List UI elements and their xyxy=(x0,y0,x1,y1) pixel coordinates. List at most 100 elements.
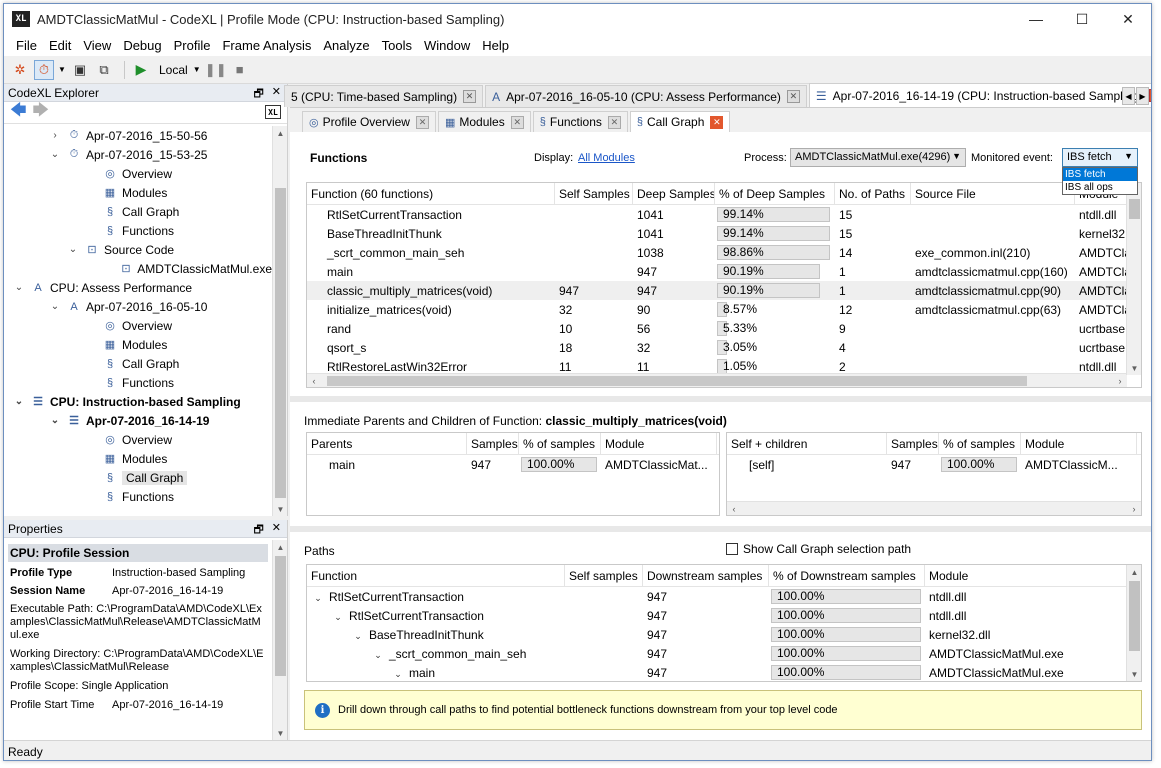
scroll-down-icon[interactable]: ▼ xyxy=(273,726,288,740)
back-arrow-icon[interactable]: 🡄 xyxy=(10,99,27,126)
menu-edit[interactable]: Edit xyxy=(43,38,77,53)
table-row[interactable]: classic_multiply_matrices(void) 947 947 90.… xyxy=(307,281,1141,300)
tree-item-modules[interactable]: ▦ Modules xyxy=(4,183,272,202)
menu-frame-analysis[interactable]: Frame Analysis xyxy=(216,38,317,53)
stop-icon[interactable]: ■ xyxy=(230,60,250,80)
column-header[interactable]: % of samples xyxy=(939,433,1021,454)
run-icon[interactable]: ▶ xyxy=(131,60,151,80)
tree-item-modules[interactable]: ▦ Modules xyxy=(4,335,272,354)
collapse-arrow-icon[interactable]: ⌄ xyxy=(371,650,385,661)
document-tab[interactable]: ☰ Apr-07-2016_16-14-19 (CPU: Instruction-… xyxy=(808,83,1151,107)
checkbox[interactable] xyxy=(726,543,738,555)
table-row[interactable]: [self] 947 100.00% AMDTClassicM... xyxy=(727,455,1141,474)
scroll-thumb[interactable] xyxy=(743,504,1073,514)
collapse-arrow-icon[interactable]: ⌄ xyxy=(331,612,345,623)
tab-profile-overview[interactable]: ◎ Profile Overview ✕ xyxy=(302,111,436,132)
codexl-small-icon[interactable]: XL xyxy=(265,105,281,119)
tree-item-overview[interactable]: ◎ Overview xyxy=(4,164,272,183)
document-tab[interactable]: A Apr-07-2016_16-05-10 (CPU: Assess Perfo… xyxy=(485,85,807,107)
column-header[interactable]: Deep Samples xyxy=(633,183,715,204)
column-header[interactable]: Module xyxy=(601,433,717,454)
process-select[interactable]: AMDTClassicMatMul.exe(4296) ▼ xyxy=(790,148,966,167)
horizontal-scrollbar[interactable]: ‹ › xyxy=(307,373,1127,387)
properties-scrollbar[interactable]: ▲ ▼ xyxy=(272,540,287,740)
table-row[interactable]: initialize_matrices(void) 32 90 8.57% 12 amdt… xyxy=(307,300,1141,319)
menu-profile[interactable]: Profile xyxy=(168,38,217,53)
column-header[interactable]: Samples xyxy=(887,433,939,454)
collapse-arrow-icon[interactable]: ⌄ xyxy=(351,631,365,642)
horizontal-scrollbar[interactable]: ‹ › xyxy=(727,501,1141,515)
explorer-scrollbar[interactable]: ▲ ▼ xyxy=(272,126,287,516)
collapse-arrow-icon[interactable]: ⌄ xyxy=(12,282,26,293)
float-icon[interactable]: 🗗 xyxy=(253,521,263,540)
scroll-thumb[interactable] xyxy=(1129,199,1140,219)
timer-mode-icon[interactable]: ⏱ xyxy=(34,59,54,80)
column-header[interactable]: Function xyxy=(307,565,565,586)
local-target-select[interactable]: Local xyxy=(159,63,188,77)
menu-file[interactable]: File xyxy=(10,38,43,53)
collapse-arrow-icon[interactable]: ⌄ xyxy=(66,244,80,255)
monitored-event-select[interactable]: IBS fetch ▼ xyxy=(1062,148,1138,167)
scroll-thumb[interactable] xyxy=(275,188,286,498)
chevron-left-icon[interactable]: ‹ xyxy=(307,374,321,387)
close-tab-icon[interactable]: ✕ xyxy=(607,115,621,129)
close-tab-icon[interactable]: ✕ xyxy=(415,115,429,129)
tree-table-row[interactable]: ⌄ _scrt_common_main_seh 947 100.00% AMDTClas… xyxy=(307,644,1141,663)
menu-debug[interactable]: Debug xyxy=(117,38,167,53)
vertical-scrollbar[interactable]: ▲▼ xyxy=(1126,183,1141,375)
menu-tools[interactable]: Tools xyxy=(376,38,418,53)
tree-item-cpu-instruction-based-sampling[interactable]: ⌄ ☰ CPU: Instruction-based Sampling xyxy=(4,392,272,411)
option-ibs-all-ops[interactable]: IBS all ops xyxy=(1063,181,1137,194)
scroll-thumb[interactable] xyxy=(1129,581,1140,651)
splitter[interactable] xyxy=(290,396,1151,402)
tree-item-functions[interactable]: § Functions xyxy=(4,487,272,506)
collapse-arrow-icon[interactable]: ⌄ xyxy=(48,415,62,426)
chevron-right-icon[interactable]: ▶ xyxy=(1136,87,1149,105)
scroll-down-icon[interactable]: ▼ xyxy=(1127,361,1141,375)
tree-table-row[interactable]: ⌄ BaseThreadInitThunk 947 100.00% kernel32.d… xyxy=(307,625,1141,644)
menu-help[interactable]: Help xyxy=(476,38,515,53)
table-row[interactable]: BaseThreadInitThunk 1041 99.14% 15 kernel32.… xyxy=(307,224,1141,243)
column-header[interactable]: Parents xyxy=(307,433,467,454)
column-header[interactable]: % of Downstream samples xyxy=(769,565,925,586)
tree-item-call-graph[interactable]: § Call Graph xyxy=(4,468,272,487)
tree-item-apr-07-2016-15-50-56[interactable]: › ⏱ Apr-07-2016_15-50-56 xyxy=(4,126,272,145)
tree-item-amdtclassicmatmul-exe[interactable]: ⊡ AMDTClassicMatMul.exe xyxy=(4,259,272,278)
scroll-thumb[interactable] xyxy=(275,556,286,676)
tree-table-row[interactable]: ⌄ RtlSetCurrentTransaction 947 100.00% ntdll… xyxy=(307,587,1141,606)
chevron-left-icon[interactable]: ‹ xyxy=(727,502,741,515)
tree-item-overview[interactable]: ◎ Overview xyxy=(4,316,272,335)
close-tab-icon[interactable]: ✕ xyxy=(786,90,800,103)
chevron-right-icon[interactable]: › xyxy=(1127,502,1141,515)
close-tab-icon[interactable]: ✕ xyxy=(710,115,724,129)
column-header[interactable]: Samples xyxy=(467,433,519,454)
tree-item-call-graph[interactable]: § Call Graph xyxy=(4,202,272,221)
show-selection-path-toggle[interactable]: Show Call Graph selection path xyxy=(726,542,911,556)
scroll-up-icon[interactable]: ▲ xyxy=(273,540,288,554)
tree-item-functions[interactable]: § Functions xyxy=(4,221,272,240)
minimize-button[interactable]: — xyxy=(1013,4,1059,34)
collapse-arrow-icon[interactable]: ⌄ xyxy=(391,669,405,680)
column-header[interactable]: % of samples xyxy=(519,433,601,454)
table-row[interactable]: rand 10 56 5.33% 9 ucrtbase.dll xyxy=(307,319,1141,338)
column-header[interactable]: Self + children xyxy=(727,433,887,454)
chevron-right-icon[interactable]: › xyxy=(1113,374,1127,387)
frame-analysis-icon[interactable]: ▣ xyxy=(70,60,90,80)
tree-item-call-graph[interactable]: § Call Graph xyxy=(4,354,272,373)
option-ibs-fetch[interactable]: IBS fetch xyxy=(1063,168,1137,181)
column-header[interactable]: % of Deep Samples xyxy=(715,183,835,204)
menu-analyze[interactable]: Analyze xyxy=(317,38,375,53)
tab-call-graph[interactable]: § Call Graph ✕ xyxy=(629,111,731,132)
tree-item-cpu-assess-performance[interactable]: ⌄ A CPU: Assess Performance xyxy=(4,278,272,297)
tab-modules[interactable]: ▦ Modules ✕ xyxy=(437,111,531,132)
table-row[interactable]: _scrt_common_main_seh 1038 98.86% 14 exe_com… xyxy=(307,243,1141,262)
close-panel-icon[interactable]: ✕ xyxy=(272,521,281,540)
dropdown-arrow-icon[interactable]: ▼ xyxy=(58,60,66,80)
close-tab-icon[interactable]: ✕ xyxy=(1148,89,1151,102)
column-header[interactable]: Module xyxy=(925,565,1127,586)
forward-arrow-icon[interactable]: 🡆 xyxy=(33,99,50,126)
collapse-arrow-icon[interactable]: ⌄ xyxy=(311,593,325,604)
collapse-arrow-icon[interactable]: ⌄ xyxy=(12,396,26,407)
close-tab-icon[interactable]: ✕ xyxy=(510,115,524,129)
tree-item-modules[interactable]: ▦ Modules xyxy=(4,449,272,468)
